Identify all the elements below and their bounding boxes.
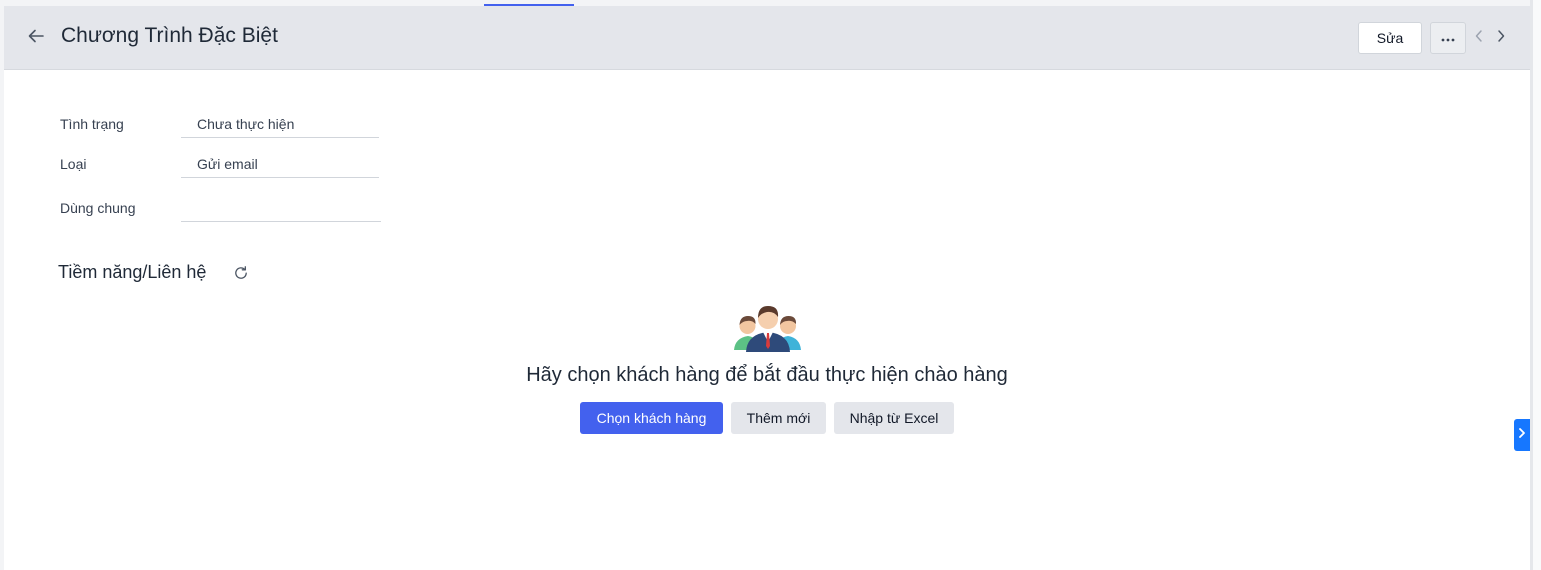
section-title: Tiềm năng/Liên hệ [58, 262, 207, 282]
page-title: Chương Trình Đặc Biệt [61, 24, 278, 47]
field-label-shared: Dùng chung [60, 200, 136, 216]
chevron-left-icon [1474, 29, 1484, 48]
field-value-type[interactable]: Gửi email [181, 148, 379, 178]
chevron-right-icon [1496, 29, 1506, 48]
next-record-button[interactable] [1492, 28, 1510, 48]
people-group-icon [732, 302, 804, 354]
previous-record-button[interactable] [1470, 28, 1488, 48]
add-new-button[interactable]: Thêm mới [731, 402, 826, 434]
field-value-status[interactable]: Chưa thực hiện [181, 108, 379, 138]
arrow-left-icon [26, 26, 46, 51]
import-excel-button[interactable]: Nhập từ Excel [834, 402, 954, 434]
refresh-icon [233, 265, 249, 286]
choose-customer-button[interactable]: Chọn khách hàng [580, 402, 723, 434]
ellipsis-icon [1440, 29, 1456, 47]
back-button[interactable] [24, 26, 48, 50]
scrollbar-gutter [1533, 0, 1541, 570]
empty-state-message: Hãy chọn khách hàng để bắt đầu thực hiện… [526, 364, 1008, 386]
chevron-right-icon [1518, 426, 1526, 444]
field-value-shared[interactable] [181, 192, 381, 222]
field-label-type: Loại [60, 156, 87, 172]
edit-button[interactable]: Sửa [1358, 22, 1422, 54]
side-panel-toggle[interactable] [1514, 419, 1530, 451]
page-header: Chương Trình Đặc Biệt Sửa [4, 6, 1530, 70]
refresh-button[interactable] [232, 265, 250, 286]
field-label-status: Tình trạng [60, 116, 124, 132]
more-actions-button[interactable] [1430, 22, 1466, 54]
main-content: Chương Trình Đặc Biệt Sửa Tình trạng Chư… [4, 6, 1530, 570]
